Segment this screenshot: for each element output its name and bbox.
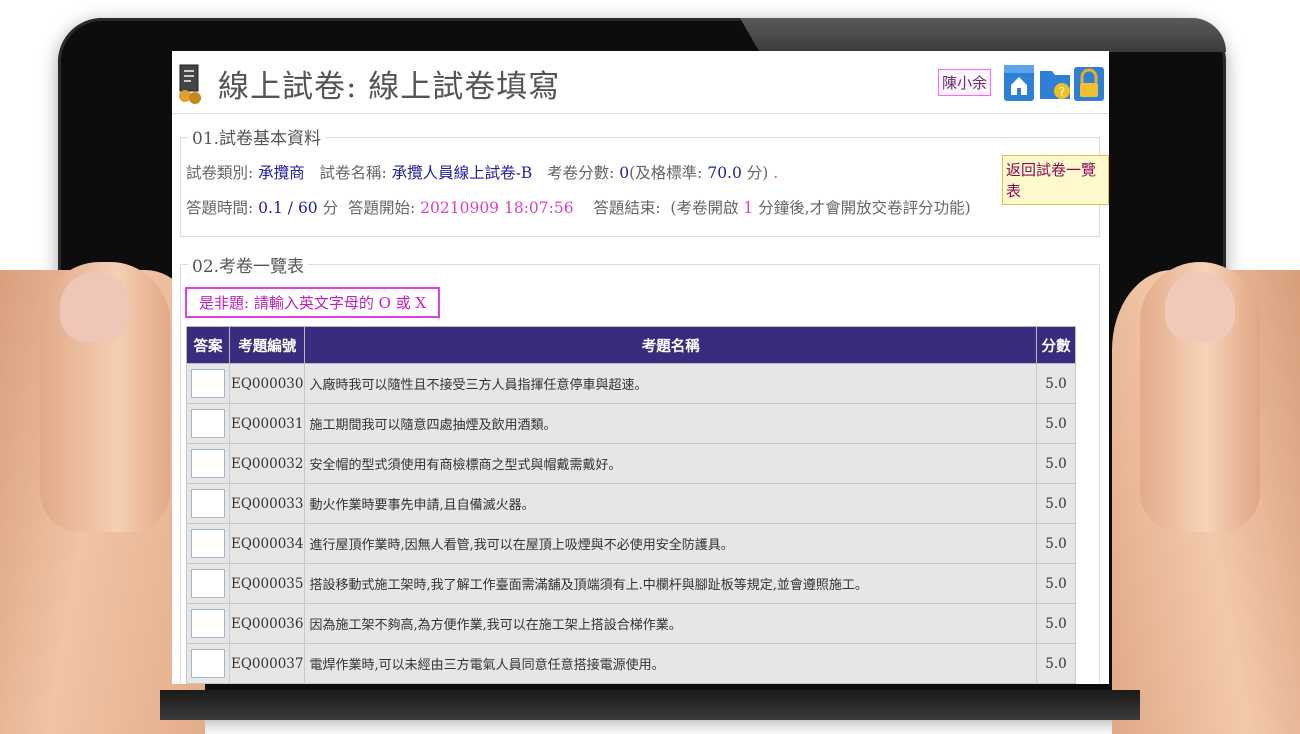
answer-cell	[186, 643, 230, 684]
question-score: 5.0	[1036, 523, 1076, 564]
answer-input[interactable]	[191, 529, 225, 558]
start-label: 答題開始:	[347, 199, 416, 217]
answer-cell	[186, 603, 230, 644]
answer-input[interactable]	[191, 369, 225, 398]
document-logo-icon	[179, 64, 201, 104]
header-score: 分數	[1036, 326, 1076, 364]
page-title: 線上試卷: 線上試卷填寫	[218, 69, 561, 105]
header-question-name: 考題名稱	[304, 326, 1037, 364]
question-id: EQ000030	[228, 363, 306, 404]
question-name: 安全帽的型式須使用有商檢標商之型式與帽戴需戴好。	[304, 443, 1037, 484]
svg-text:?: ?	[1059, 85, 1065, 99]
question-score: 5.0	[1036, 363, 1076, 404]
table-header-row: 答案 考題編號 考題名稱 分數	[186, 326, 1076, 364]
time-sep: /	[287, 199, 293, 217]
time-label: 答題時間:	[186, 199, 254, 217]
info-line-2: 答題時間: 0.1 / 60 分 答題開始: 20210909 18:07:56…	[186, 196, 971, 218]
time-used: 0.1	[258, 199, 283, 217]
question-id: EQ000031	[228, 403, 306, 444]
score-value: 0	[619, 164, 630, 182]
question-table: 答案 考題編號 考題名稱 分數 EQ000030 入廠時我可以隨性且不接受三方人…	[186, 326, 1076, 684]
question-score: 5.0	[1036, 483, 1076, 524]
question-name: 進行屋頂作業時,因無人看管,我可以在屋頂上吸煙與不必使用安全防護具。	[304, 523, 1037, 564]
question-id: EQ000035	[228, 563, 306, 604]
info-line-1: 試卷類別: 承攬商 試卷名稱: 承攬人員線上試卷-B 考卷分數: 0(及格標準:…	[186, 161, 778, 183]
home-icon[interactable]	[1002, 61, 1036, 103]
header: 線上試卷: 線上試卷填寫 陳小余 ?	[172, 51, 1109, 114]
question-id: EQ000034	[228, 523, 306, 564]
answer-cell	[186, 483, 230, 524]
question-name: 搭設移動式施工架時,我了解工作臺面需滿舖及頂端須有上.中欄杆與腳趾板等規定,並會…	[304, 563, 1037, 604]
answer-cell	[186, 443, 230, 484]
question-score: 5.0	[1036, 563, 1076, 604]
pass-label: (及格標準:	[629, 164, 703, 182]
answer-input[interactable]	[191, 569, 225, 598]
question-name: 入廠時我可以隨性且不接受三方人員指揮任意停車與超速。	[304, 363, 1037, 404]
category-label: 試卷類別:	[186, 164, 254, 182]
table-row: EQ000036 因為施工架不夠高,為方便作業,我可以在施工架上搭設合梯作業。 …	[186, 603, 1076, 644]
bezel-glare	[740, 18, 1226, 52]
right-thumbnail	[1165, 272, 1235, 342]
screen: 線上試卷: 線上試卷填寫 陳小余 ? 01.試卷基本資料 試卷類別: 承攬商 試…	[172, 51, 1109, 684]
answer-input[interactable]	[191, 649, 225, 678]
table-row: EQ000031 施工期間我可以隨意四處抽煙及飲用酒類。 5.0	[186, 403, 1076, 444]
question-score: 5.0	[1036, 643, 1076, 684]
table-row: EQ000037 電焊作業時,可以未經由三方電氣人員同意任意搭接電源使用。 5.…	[186, 643, 1076, 684]
end-note-num: 1	[743, 199, 754, 217]
question-id: EQ000037	[228, 643, 306, 684]
end-note-post: 分鐘後,才會開放交卷評分功能)	[758, 199, 971, 217]
time-total: 60	[297, 199, 318, 217]
question-name: 動火作業時要事先申請,且自備滅火器。	[304, 483, 1037, 524]
question-id: EQ000033	[228, 483, 306, 524]
table-row: EQ000035 搭設移動式施工架時,我了解工作臺面需滿舖及頂端須有上.中欄杆與…	[186, 563, 1076, 604]
question-score: 5.0	[1036, 603, 1076, 644]
category-value: 承攬商	[258, 164, 305, 182]
question-id: EQ000032	[228, 443, 306, 484]
pass-suffix: 分)	[746, 164, 769, 182]
answer-cell	[186, 523, 230, 564]
start-value: 20210909 18:07:56	[420, 199, 574, 217]
header-answer: 答案	[186, 326, 230, 364]
answer-cell	[186, 363, 230, 404]
left-thumbnail	[60, 272, 130, 342]
table-row: EQ000033 動火作業時要事先申請,且自備滅火器。 5.0	[186, 483, 1076, 524]
answer-input[interactable]	[191, 449, 225, 478]
question-id: EQ000036	[228, 603, 306, 644]
answer-cell	[186, 403, 230, 444]
answer-cell	[186, 563, 230, 604]
help-icon[interactable]: ?	[1038, 61, 1072, 103]
header-question-id: 考題編號	[228, 326, 306, 364]
answer-input[interactable]	[191, 489, 225, 518]
answer-input[interactable]	[191, 409, 225, 438]
basic-info-title: 01.試卷基本資料	[188, 124, 326, 149]
question-name: 電焊作業時,可以未經由三方電氣人員同意任意搭接電源使用。	[304, 643, 1037, 684]
lock-icon[interactable]	[1072, 61, 1106, 103]
question-name: 施工期間我可以隨意四處抽煙及飲用酒類。	[304, 403, 1037, 444]
answer-hint: 是非題: 請輸入英文字母的 O 或 X	[185, 287, 441, 318]
end-label: 答題結束:	[593, 199, 661, 217]
pass-value: 70.0	[707, 164, 742, 182]
user-badge[interactable]: 陳小余	[938, 69, 992, 96]
question-score: 5.0	[1036, 443, 1076, 484]
table-row: EQ000032 安全帽的型式須使用有商檢標商之型式與帽戴需戴好。 5.0	[186, 443, 1076, 484]
exam-list-title: 02.考卷一覽表	[188, 252, 309, 277]
question-score: 5.0	[1036, 403, 1076, 444]
dot: .	[773, 164, 779, 182]
name-value: 承攬人員線上試卷-B	[391, 164, 533, 182]
table-row: EQ000034 進行屋頂作業時,因無人看管,我可以在屋頂上吸煙與不必使用安全防…	[186, 523, 1076, 564]
end-note-pre: (考卷開啟	[670, 199, 739, 217]
time-unit: 分	[322, 199, 339, 217]
bezel-bottom	[160, 690, 1140, 720]
score-label: 考卷分數:	[547, 164, 615, 182]
back-to-list-button[interactable]: 返回試卷一覽表	[1002, 155, 1109, 205]
question-name: 因為施工架不夠高,為方便作業,我可以在施工架上搭設合梯作業。	[304, 603, 1037, 644]
table-row: EQ000030 入廠時我可以隨性且不接受三方人員指揮任意停車與超速。 5.0	[186, 363, 1076, 404]
name-label: 試卷名稱:	[319, 164, 387, 182]
basic-info-fieldset	[180, 137, 1100, 237]
answer-input[interactable]	[191, 609, 225, 638]
